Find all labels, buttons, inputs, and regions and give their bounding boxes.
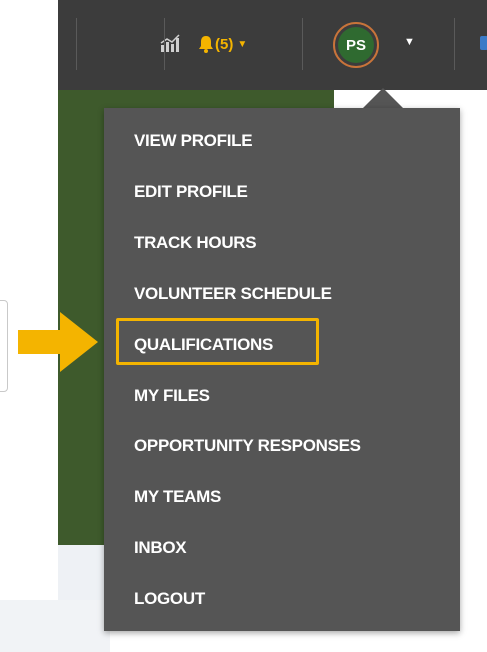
nav-divider xyxy=(302,18,303,70)
nav-divider xyxy=(76,18,77,70)
notifications-button[interactable]: (5) ▼ xyxy=(197,30,247,58)
notification-count: (5) xyxy=(215,35,234,53)
menu-item-opportunity-responses[interactable]: OPPORTUNITY RESPONSES xyxy=(134,431,361,461)
chevron-down-icon[interactable]: ▼ xyxy=(404,36,415,48)
menu-item-track-hours[interactable]: TRACK HOURS xyxy=(134,228,257,258)
menu-item-edit-profile[interactable]: EDIT PROFILE xyxy=(134,177,248,207)
menu-item-view-profile[interactable]: VIEW PROFILE xyxy=(134,126,253,156)
profile-dropdown-menu: VIEW PROFILE EDIT PROFILE TRACK HOURS VO… xyxy=(104,108,460,631)
menu-item-volunteer-schedule[interactable]: VOLUNTEER SCHEDULE xyxy=(134,279,332,309)
highlight-box xyxy=(116,318,319,365)
nav-divider xyxy=(454,18,455,70)
side-card xyxy=(0,300,8,392)
menu-item-my-files[interactable]: MY FILES xyxy=(134,381,210,411)
chevron-down-icon: ▼ xyxy=(237,38,248,50)
partial-icon[interactable] xyxy=(480,36,487,50)
nav-divider xyxy=(164,18,165,70)
avatar: PS xyxy=(338,27,374,63)
bell-icon xyxy=(199,36,213,53)
dropdown-pointer xyxy=(363,88,403,108)
top-navbar: (5) ▼ PS ▼ xyxy=(58,0,487,90)
arrow-right-icon xyxy=(18,312,98,372)
stats-chart-icon[interactable] xyxy=(158,31,182,55)
avatar-button[interactable]: PS xyxy=(333,22,379,68)
page-footer-area xyxy=(58,545,108,600)
page-bottom-area xyxy=(0,600,110,652)
menu-item-inbox[interactable]: INBOX xyxy=(134,533,187,563)
menu-item-logout[interactable]: LOGOUT xyxy=(134,584,205,614)
menu-item-my-teams[interactable]: MY TEAMS xyxy=(134,482,221,512)
